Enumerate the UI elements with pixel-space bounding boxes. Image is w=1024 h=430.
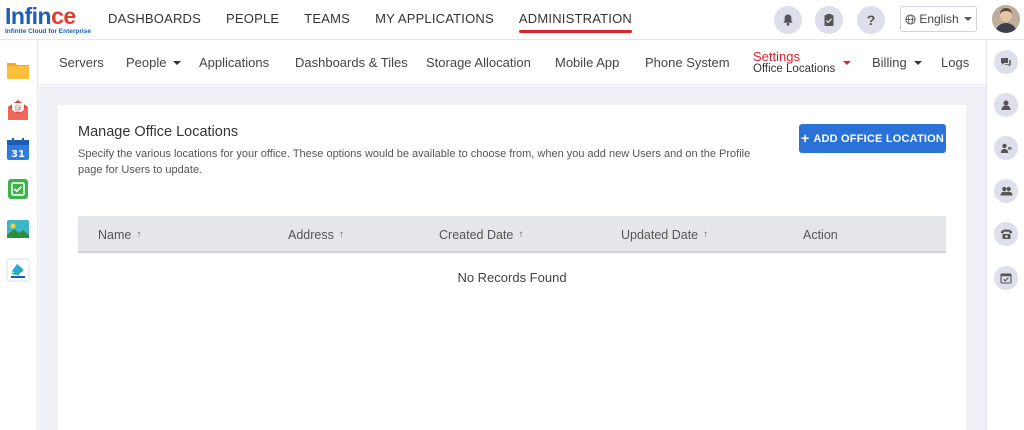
sort-arrow-icon: ↑ (518, 229, 524, 240)
help-icon[interactable]: ? (857, 6, 885, 34)
subnav-servers-label: Servers (59, 55, 104, 70)
folder-app-icon[interactable] (6, 58, 30, 82)
column-name[interactable]: Name ↑ (98, 216, 141, 253)
svg-text:@: @ (15, 105, 22, 113)
app-sidebar: @ 31 (0, 40, 38, 430)
column-updated-date-label: Updated Date (621, 227, 699, 242)
chevron-down-icon (913, 60, 922, 65)
right-sidebar (986, 40, 1024, 430)
subnav-people[interactable]: People (126, 40, 182, 85)
column-action: Action (803, 216, 838, 253)
empty-state-text: No Records Found (457, 270, 567, 285)
sign-app-icon[interactable] (6, 258, 30, 282)
chat-icon[interactable] (994, 50, 1018, 74)
column-updated-date[interactable]: Updated Date ↑ (621, 216, 708, 253)
sort-arrow-icon: ↑ (136, 229, 142, 240)
subnav-phone-label: Phone System (645, 55, 730, 70)
language-label: English (919, 12, 959, 26)
table-header: Name ↑ Address ↑ Created Date ↑ Updated Dat… (78, 216, 946, 253)
logo-wordmark: Infince (5, 3, 76, 29)
office-locations-card: Manage Office Locations Specify the vari… (58, 105, 966, 430)
subnav-people-label: People (126, 55, 167, 70)
chevron-down-icon (843, 60, 852, 65)
logo-tagline: Infinite Cloud for Enterprise (5, 28, 91, 35)
nav-dashboards[interactable]: DASHBOARDS (108, 0, 201, 40)
user-avatar[interactable] (992, 5, 1020, 33)
user-icon[interactable] (994, 93, 1018, 117)
subnav-dashboards-tiles[interactable]: Dashboards & Tiles (295, 40, 408, 85)
globe-icon (905, 13, 916, 25)
calendar-app-icon[interactable]: 31 (6, 137, 30, 161)
calendar-check-icon[interactable] (994, 266, 1018, 290)
language-select[interactable]: English (900, 6, 977, 32)
column-created-date-label: Created Date (439, 227, 514, 242)
subnav-servers[interactable]: Servers (59, 40, 104, 85)
page-description: Specify the various locations for your o… (78, 148, 751, 176)
phone-icon[interactable] (994, 222, 1018, 246)
column-address-label: Address (288, 227, 334, 242)
chevron-down-icon (963, 17, 972, 21)
gallery-app-icon[interactable] (6, 217, 30, 241)
add-button-label: ADD OFFICE LOCATION (813, 132, 945, 145)
infince-logo[interactable]: Infince Infinite Cloud for Enterprise (5, 3, 91, 36)
main-nav: DASHBOARDS PEOPLE TEAMS MY APPLICATIONS … (108, 0, 657, 40)
tasks-app-icon[interactable] (6, 177, 30, 201)
admin-subnav: Servers People Applications Dashboards &… (38, 40, 986, 85)
nav-people[interactable]: PEOPLE (226, 0, 279, 40)
main-content: Manage Office Locations Specify the vari… (39, 86, 986, 430)
svg-text:31: 31 (11, 149, 25, 160)
bell-icon[interactable] (774, 6, 802, 34)
subnav-applications-label: Applications (199, 55, 270, 70)
mail-app-icon[interactable]: @ (6, 98, 30, 122)
page-title: Manage Office Locations (78, 124, 239, 140)
add-office-location-button[interactable]: + ADD OFFICE LOCATION (799, 124, 946, 153)
subnav-mobile-label: Mobile App (555, 55, 620, 70)
column-created-date[interactable]: Created Date ↑ (439, 216, 523, 253)
subnav-storage-label: Storage Allocation (426, 55, 531, 70)
subnav-billing[interactable]: Billing (872, 40, 922, 85)
subnav-logs[interactable]: Logs (941, 40, 969, 85)
nav-teams[interactable]: TEAMS (304, 0, 350, 40)
settings-label-block: Settings Office Locations (753, 50, 835, 76)
chevron-down-icon (173, 60, 182, 65)
subnav-dashboards-label: Dashboards & Tiles (295, 55, 408, 70)
user-chat-icon[interactable] (994, 136, 1018, 160)
subnav-settings[interactable]: Settings Office Locations (753, 40, 852, 85)
subnav-settings-current: Office Locations (753, 62, 836, 75)
column-address[interactable]: Address ↑ (288, 216, 344, 253)
subnav-phone-system[interactable]: Phone System (645, 40, 730, 85)
subnav-storage-allocation[interactable]: Storage Allocation (426, 40, 531, 85)
top-bar: Infince Infinite Cloud for Enterprise DA… (0, 0, 1024, 40)
nav-my-applications[interactable]: MY APPLICATIONS (375, 0, 494, 40)
subnav-mobile-app[interactable]: Mobile App (555, 40, 619, 85)
sort-arrow-icon: ↑ (703, 229, 709, 240)
subnav-settings-label: Settings (753, 48, 800, 64)
sort-arrow-icon: ↑ (338, 229, 344, 240)
nav-administration[interactable]: ADMINISTRATION (518, 0, 633, 40)
subnav-logs-label: Logs (941, 55, 970, 70)
plus-icon: + (800, 130, 810, 146)
column-name-label: Name (98, 227, 132, 242)
column-action-label: Action (803, 227, 838, 242)
clipboard-icon[interactable] (815, 6, 843, 34)
subnav-billing-label: Billing (872, 55, 907, 70)
subnav-applications[interactable]: Applications (199, 40, 269, 85)
users-icon[interactable] (994, 179, 1018, 203)
